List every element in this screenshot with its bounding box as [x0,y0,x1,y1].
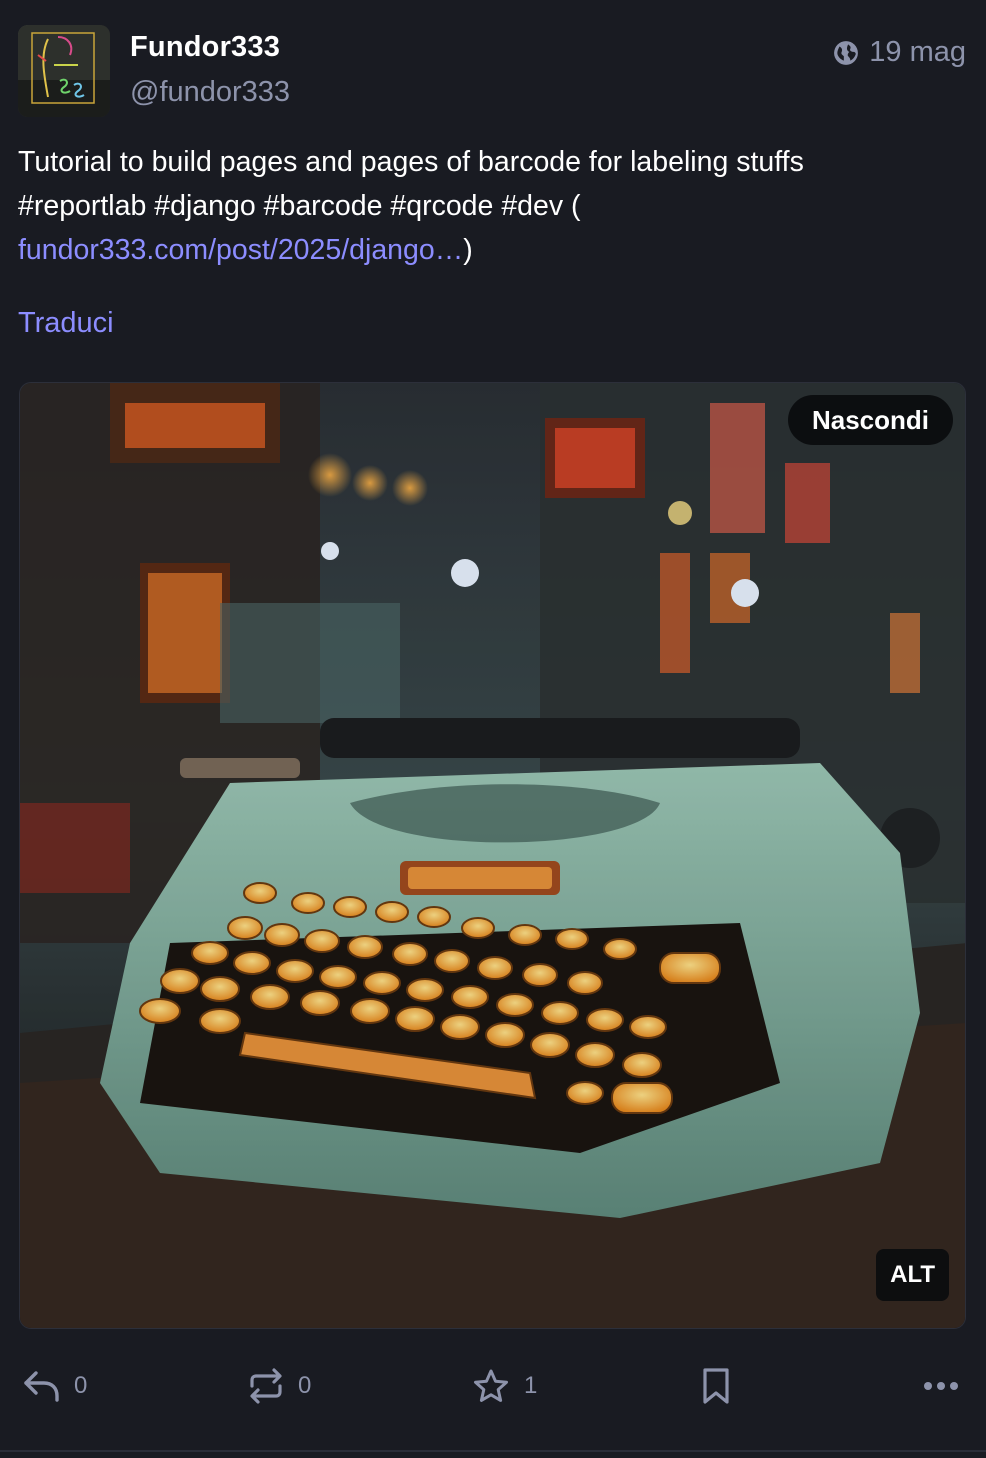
alt-text-badge[interactable]: ALT [876,1249,949,1301]
open-paren: ( [571,190,581,222]
favourite-button[interactable]: 1 [472,1356,537,1416]
bookmark-button[interactable] [700,1356,732,1416]
hide-media-button[interactable]: Nascondi [787,395,953,445]
boost-count: 0 [298,1372,312,1399]
star-icon [474,1369,508,1402]
post-content: Tutorial to build pages and pages of bar… [18,140,968,272]
globe-icon [834,40,859,65]
post-link[interactable]: fundor333.com/post/2025/django… [18,234,463,266]
status-post: Fundor333 @fundor333 19 mag Tutorial to … [0,0,986,1458]
typewriter-image [20,383,965,1328]
boost-button[interactable]: 0 [248,1356,311,1416]
hashtag-link[interactable]: #django [154,190,255,222]
media-attachment[interactable]: Nascondi ALT [19,382,966,1329]
reply-count: 0 [74,1372,88,1399]
close-paren: ) [463,234,473,266]
author-handle[interactable]: @fundor333 [130,76,290,109]
bookmark-icon [703,1368,729,1404]
action-bar: 0 0 1 [0,1356,986,1416]
reply-button[interactable]: 0 [22,1356,87,1416]
content-line-2: #reportlab #django #barcode #qrcode #dev… [18,184,968,228]
reply-icon [24,1371,59,1402]
post-timestamp[interactable]: 19 mag [833,36,966,69]
hashtag-link[interactable]: #reportlab [18,190,146,222]
author-display-name[interactable]: Fundor333 [130,31,280,64]
more-icon [924,1382,958,1390]
hashtag-link[interactable]: #dev [501,190,563,222]
content-line-3: fundor333.com/post/2025/django…) [18,228,968,272]
hashtag-link[interactable]: #barcode [264,190,383,222]
boost-icon [250,1368,282,1404]
timestamp-text: 19 mag [869,36,966,68]
avatar[interactable] [18,25,110,117]
hashtag-link[interactable]: #qrcode [390,190,493,222]
translate-button[interactable]: Traduci [18,307,114,340]
more-button[interactable] [922,1356,960,1416]
content-line-1: Tutorial to build pages and pages of bar… [18,146,804,178]
favourite-count: 1 [524,1372,538,1399]
avatar-image [18,25,110,117]
divider [0,1450,986,1452]
